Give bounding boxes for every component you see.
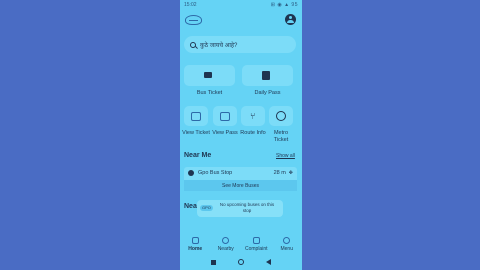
system-nav-bar	[180, 256, 302, 268]
bus-stop-card[interactable]: Gpo Bus Stop 28 m ✥ See More Buses	[184, 167, 297, 191]
view-ticket-button[interactable]	[184, 106, 208, 126]
search-bar[interactable]: कुठे जायचे आहे?	[184, 36, 296, 53]
home-icon	[191, 237, 199, 244]
bottom-nav: Home Nearby Complaint Menu	[180, 234, 302, 256]
bus-stop-row[interactable]: Gpo Bus Stop 28 m ✥	[184, 167, 297, 179]
complaint-icon	[252, 237, 260, 244]
bus-stop-distance: 28 m	[273, 170, 286, 176]
view-pass-label: View Pass	[212, 130, 238, 136]
nav-complaint[interactable]: Complaint	[242, 237, 270, 252]
bus-stop-name: Gpo Bus Stop	[198, 170, 233, 176]
metro-ticket-button[interactable]	[269, 106, 293, 126]
ticket-view-icon	[191, 112, 201, 121]
metro-icon	[276, 111, 286, 121]
nearby-icon	[222, 237, 230, 244]
navigation-icon[interactable]: ✥	[289, 170, 293, 176]
toast-message: GPO No upcoming buses on this stop	[197, 200, 283, 217]
metro-ticket-label: Metro Ticket	[273, 130, 289, 143]
nav-home[interactable]: Home	[181, 237, 209, 252]
search-placeholder: कुठे जायचे आहे?	[200, 42, 238, 49]
nav-menu-label: Menu	[280, 246, 293, 252]
nav-home-label: Home	[188, 246, 203, 252]
route-info-label: Route Info	[240, 130, 266, 136]
phone-screen: 15:02 ⊞ ◉ ▲ 95 कुठे जायचे आहे? Bus Ticke…	[180, 0, 302, 270]
nav-nearby-label: Nearby	[217, 246, 234, 252]
daily-pass-button[interactable]	[242, 65, 293, 86]
ticket-icon	[204, 72, 212, 78]
status-time: 15:02	[184, 2, 197, 8]
recent-apps-icon[interactable]	[211, 259, 216, 265]
app-header	[180, 12, 302, 30]
pass-view-icon	[220, 112, 230, 121]
view-pass-button[interactable]	[213, 106, 237, 126]
bus-ticket-button[interactable]	[184, 65, 235, 86]
menu-icon	[283, 237, 291, 244]
profile-icon[interactable]	[285, 14, 296, 25]
view-ticket-label: View Ticket	[182, 130, 210, 136]
status-bar: 15:02 ⊞ ◉ ▲ 95	[180, 0, 302, 10]
logo-icon	[185, 15, 202, 25]
near-me-title: Near Me	[184, 152, 212, 159]
see-more-buses-button[interactable]: See More Buses	[184, 180, 297, 191]
route-icon: ⑂	[250, 111, 256, 121]
nav-nearby[interactable]: Nearby	[212, 237, 240, 252]
daily-pass-label: Daily Pass	[254, 90, 281, 96]
nav-complaint-label: Complaint	[244, 246, 268, 252]
status-icons: ⊞ ◉ ▲ 95	[270, 2, 298, 8]
second-section-title: Nea	[184, 203, 197, 210]
search-icon	[190, 41, 196, 48]
bus-ticket-label: Bus Ticket	[196, 90, 223, 96]
pass-icon	[262, 71, 270, 80]
show-all-link[interactable]: Show all	[276, 153, 295, 159]
back-icon[interactable]	[266, 259, 271, 265]
nav-menu[interactable]: Menu	[273, 237, 301, 252]
bus-stop-icon	[188, 170, 194, 176]
route-info-button[interactable]: ⑂	[241, 106, 265, 126]
toast-badge: GPO	[200, 205, 213, 211]
home-button-icon[interactable]	[238, 259, 244, 265]
